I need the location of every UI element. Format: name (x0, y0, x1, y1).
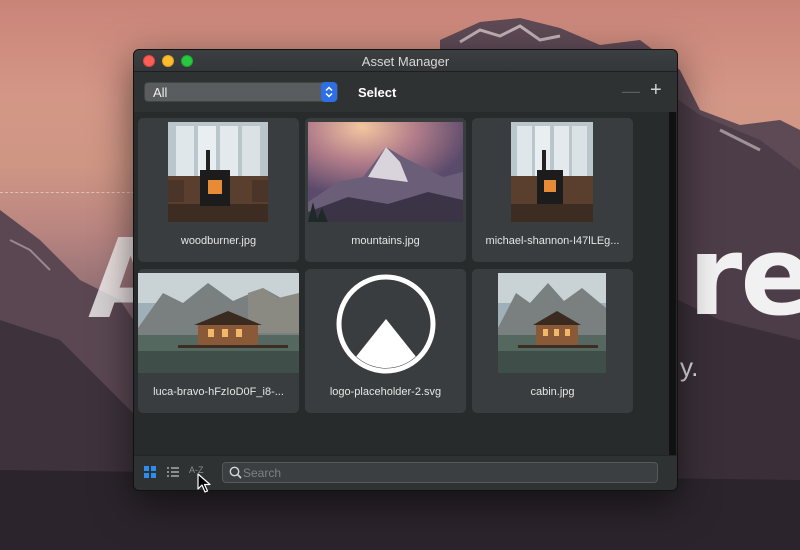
asset-thumbnail (308, 122, 463, 222)
asset-filename: cabin.jpg (530, 386, 575, 398)
toolbar: All Select — + (134, 72, 677, 112)
asset-filename: luca-bravo-hFzIoD0F_i8-... (153, 386, 284, 398)
search-input[interactable] (243, 464, 643, 481)
asset-grid: woodburner.jpg mountains.jpg michael-sha… (134, 112, 677, 457)
title-bar[interactable]: Asset Manager (134, 50, 677, 72)
logo-placeholder-icon (335, 273, 437, 375)
asset-tile-mountains[interactable]: mountains.jpg (305, 118, 466, 262)
mouse-cursor-icon (197, 473, 211, 493)
asset-filename: woodburner.jpg (180, 235, 257, 247)
filter-dropdown[interactable]: All (144, 82, 338, 102)
asset-manager-window: Asset Manager All Select — + woodburner.… (133, 49, 678, 491)
asset-thumbnail (168, 122, 268, 222)
asset-tile-luca-bravo[interactable]: luca-bravo-hFzIoD0F_i8-... (138, 269, 299, 413)
vertical-scrollbar[interactable] (669, 112, 676, 457)
guide-line (0, 192, 140, 193)
footer-bar: A-Z (134, 455, 677, 490)
asset-tile-cabin[interactable]: cabin.jpg (472, 269, 633, 413)
window-title: Asset Manager (361, 54, 450, 69)
background-heading-right: re (688, 212, 800, 340)
background-subtext: y. (680, 352, 699, 382)
asset-thumbnail (498, 273, 606, 373)
asset-tile-michael-shannon[interactable]: michael-shannon-I47lLEg... (472, 118, 633, 262)
asset-thumbnail (138, 273, 299, 373)
grid-view-icon[interactable] (144, 466, 156, 478)
remove-asset-button[interactable]: — (622, 81, 640, 102)
filter-dropdown-value: All (153, 85, 168, 100)
add-asset-button[interactable]: + (650, 79, 662, 102)
search-field[interactable] (222, 462, 658, 483)
select-button[interactable]: Select (358, 85, 396, 100)
asset-thumbnail (511, 122, 593, 222)
asset-tile-logo-placeholder[interactable]: logo-placeholder-2.svg (305, 269, 466, 413)
asset-tile-woodburner[interactable]: woodburner.jpg (138, 118, 299, 262)
asset-filename: logo-placeholder-2.svg (329, 386, 442, 398)
search-icon (229, 466, 242, 479)
list-view-icon[interactable] (167, 466, 179, 478)
dropdown-arrows-icon (321, 82, 337, 102)
asset-filename: michael-shannon-I47lLEg... (485, 235, 620, 247)
asset-filename: mountains.jpg (351, 235, 420, 247)
